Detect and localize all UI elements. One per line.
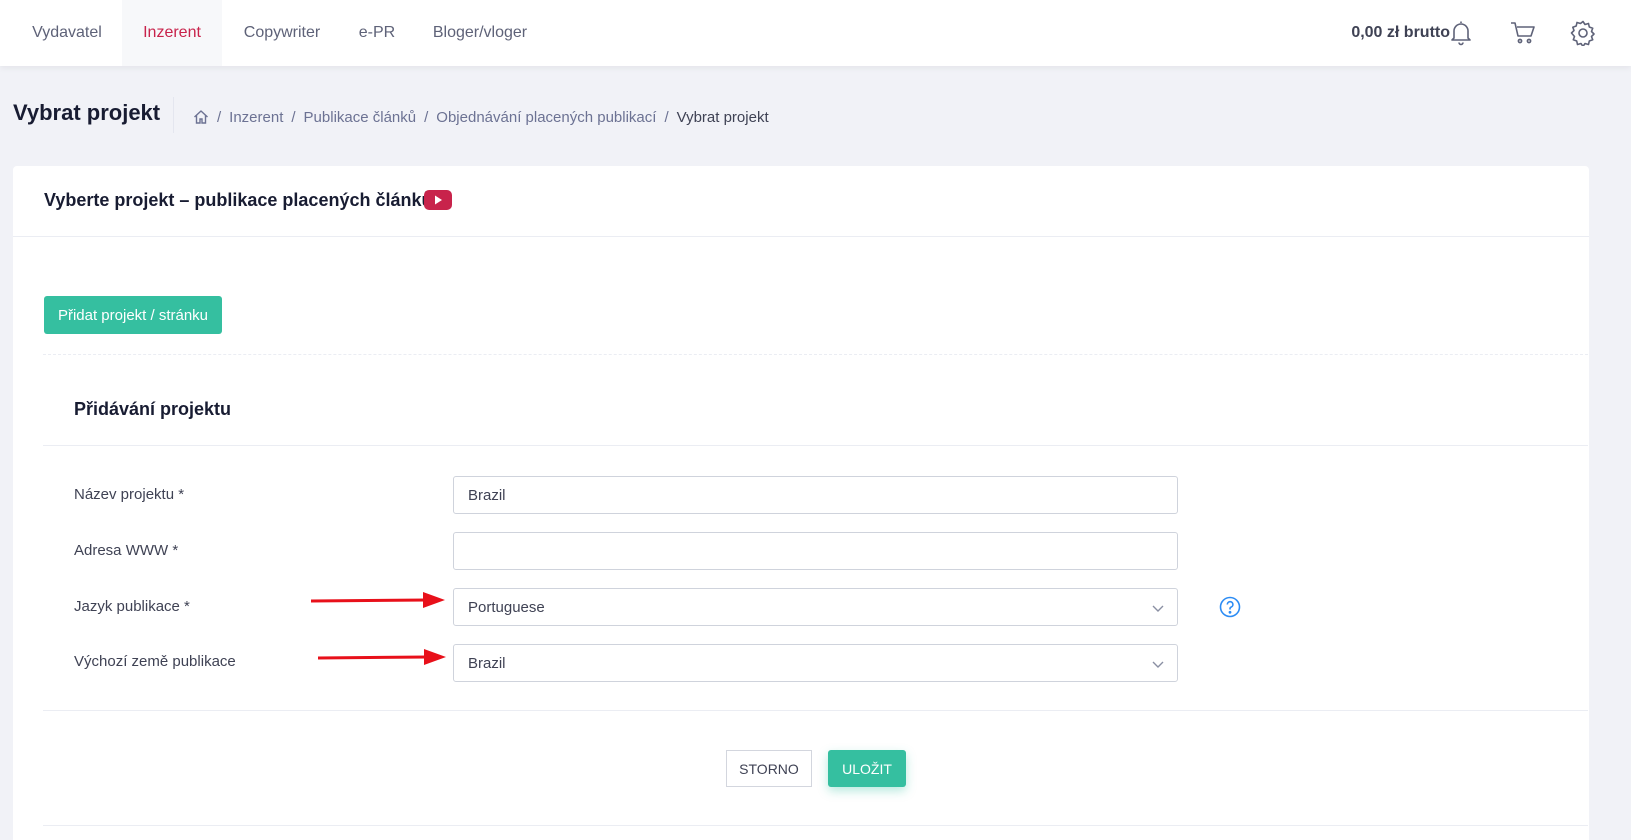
help-icon[interactable] [1218,595,1242,619]
default-country-select[interactable]: Brazil [453,644,1178,682]
subheader-divider [173,97,174,133]
chevron-down-icon [1151,601,1165,619]
breadcrumb-item-current: Vybrat projekt [676,108,769,126]
bottom-divider [43,825,1588,826]
tab-copywriter[interactable]: Copywriter [232,0,332,66]
add-project-button[interactable]: Přidat projekt / stránku [44,296,222,334]
publication-language-value: Portuguese [468,598,545,616]
form-footer-divider [43,710,1588,711]
project-name-label: Název projektu * [74,486,185,503]
tab-bloger-vloger[interactable]: Bloger/vloger [420,0,540,66]
default-country-value: Brazil [468,654,506,672]
breadcrumb: / Inzerent / Publikace článků / Objednáv… [193,106,769,128]
tab-inzerent[interactable]: Inzerent [122,0,222,66]
tab-e-pr[interactable]: e-PR [342,0,412,66]
red-arrow-annotation [317,649,446,665]
card-title: Vyberte projekt – publikace placených čl… [44,190,433,210]
cancel-button[interactable]: STORNO [726,750,812,787]
bell-icon[interactable] [1441,13,1481,53]
tab-vydavatel[interactable]: Vydavatel [13,0,121,66]
gear-icon[interactable] [1563,13,1603,53]
page-title: Vybrat projekt [13,100,161,125]
publication-language-select[interactable]: Portuguese [453,588,1178,626]
default-country-label: Výchozí země publikace [74,653,236,670]
website-url-label: Adresa WWW * [74,542,179,559]
red-arrow-annotation [310,592,445,608]
cart-balance[interactable]: 0,00 zł brutto [1320,0,1450,66]
breadcrumb-separator: / [664,108,669,126]
publication-language-label: Jazyk publikace * [74,598,190,615]
breadcrumb-separator: / [291,108,296,126]
website-url-input[interactable] [453,532,1178,570]
card-header-divider [13,236,1589,237]
breadcrumb-item-objednavani[interactable]: Objednávání placených publikací [436,109,656,126]
top-navigation-bar: Vydavatel Inzerent Copywriter e-PR Bloge… [0,0,1631,66]
chevron-down-icon [1151,657,1165,675]
breadcrumb-item-publikace[interactable]: Publikace článků [304,109,417,126]
breadcrumb-item-inzerent[interactable]: Inzerent [229,109,283,126]
project-card: Vyberte projekt – publikace placených čl… [13,166,1589,840]
save-button[interactable]: ULOŽIT [828,750,906,787]
breadcrumb-separator: / [217,108,222,126]
youtube-icon[interactable] [424,190,452,215]
project-name-input[interactable]: Brazil [453,476,1178,514]
breadcrumb-separator: / [424,108,429,126]
section-divider [43,445,1588,446]
section-title: Přidávání projektu [74,399,232,419]
home-icon[interactable] [193,109,209,125]
cart-icon[interactable] [1503,13,1543,53]
project-name-value: Brazil [468,486,506,504]
dashed-divider [43,354,1588,355]
